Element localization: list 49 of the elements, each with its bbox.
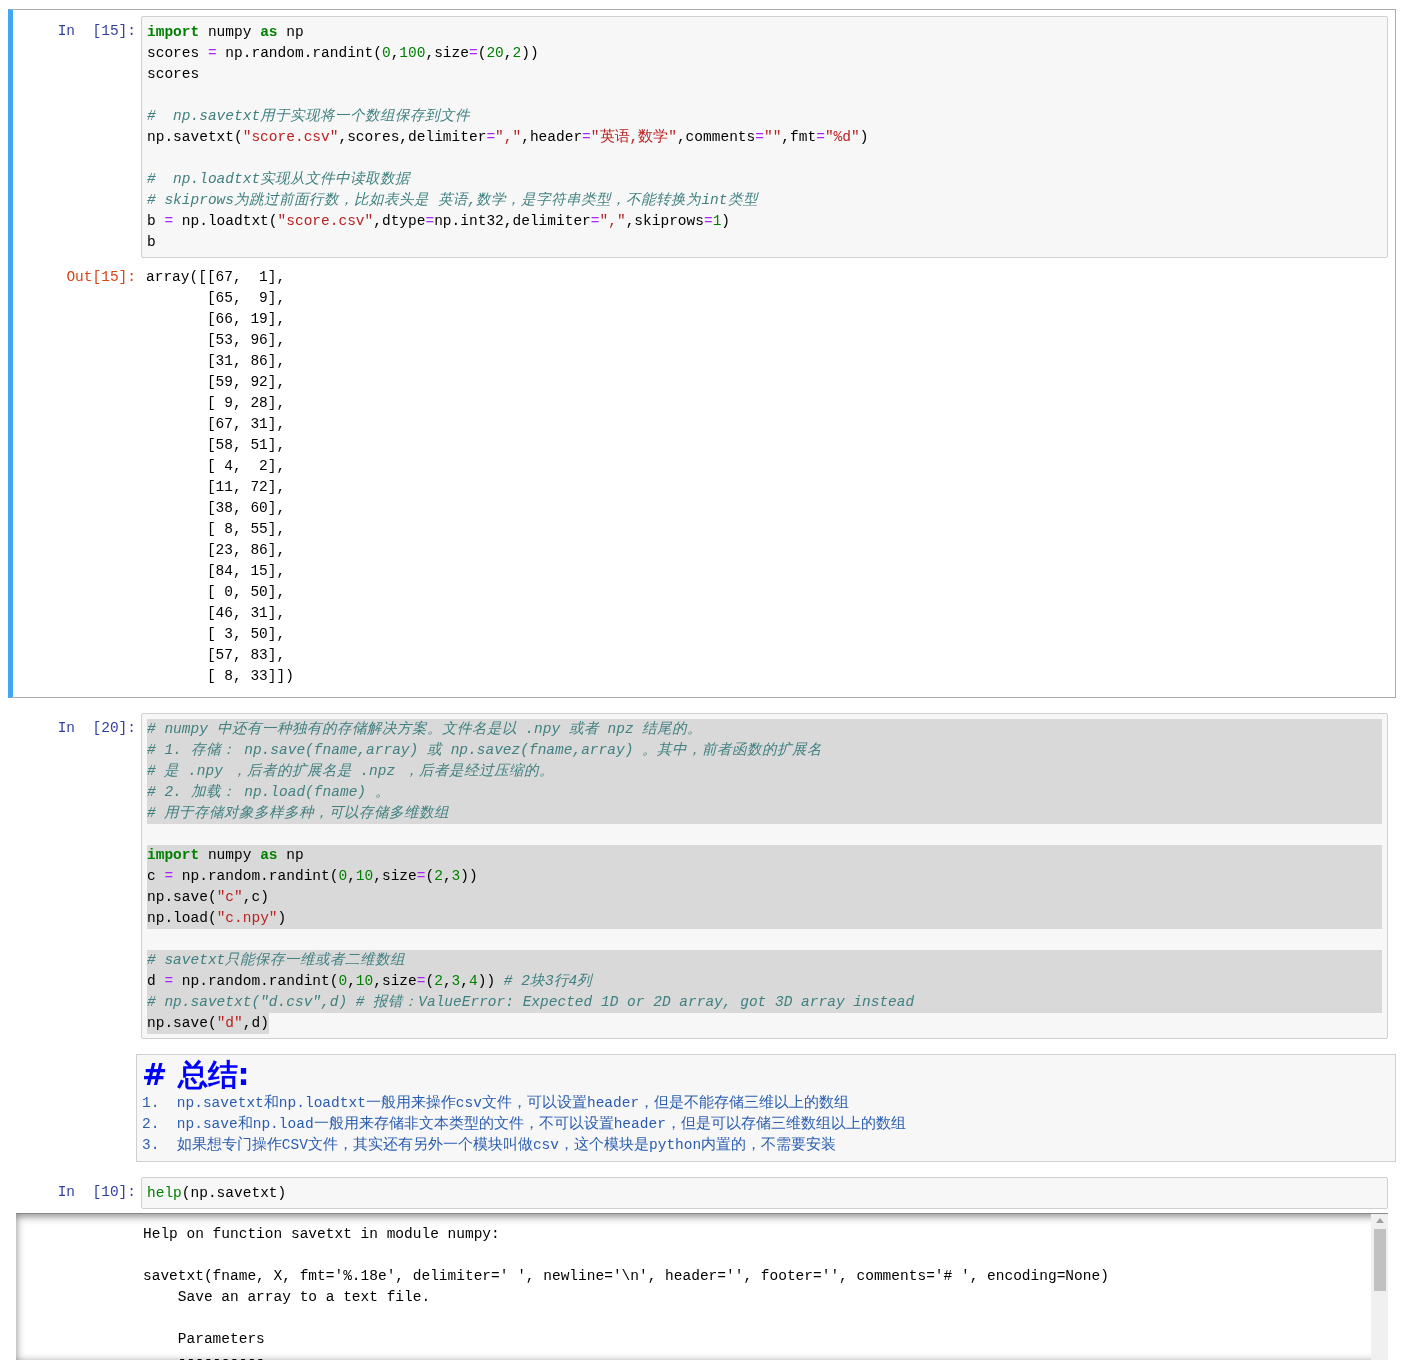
output-line: [38, 60], (205, 499, 287, 518)
output-line: [58, 51], (205, 436, 287, 455)
output-line: [46, 31], (205, 604, 287, 623)
code-line: import numpy as np (147, 23, 305, 42)
code-line: scores = np.random.randint(0,100,size=(20,2)) (147, 44, 540, 63)
list-item: 1. np.savetxt和np.loadtxt一般用来操作csv文件，可以设置header，但是不能存储三维以上的数组 (142, 1093, 851, 1113)
code-input[interactable]: help(np.savetxt) (141, 1177, 1388, 1209)
output-line: [11, 72], (205, 478, 287, 497)
scroll-up-icon[interactable] (1375, 1218, 1384, 1223)
output-line: Save an array to a text file. (176, 1288, 432, 1307)
output-line: [84, 15], (205, 562, 287, 581)
output-line: Parameters (176, 1330, 266, 1349)
input-prompt: In [10]: (56, 1183, 137, 1202)
scroll-thumb[interactable] (1373, 1229, 1386, 1291)
code-line: np.savetxt("score.csv",scores,delimiter=",",header="英语,数学",comments="",fmt="%d") (147, 127, 870, 147)
output-line: [59, 92], (205, 373, 287, 392)
output-line: [ 0, 50], (205, 583, 287, 602)
heading: # 总结: (142, 1057, 251, 1093)
output-line: [57, 83], (205, 646, 287, 665)
output-line: [ 3, 50], (205, 625, 287, 644)
output-line: [ 4, 2], (205, 457, 287, 476)
scrollbar[interactable] (1371, 1214, 1388, 1360)
code-line: # np.savetxt用于实现将一个数组保存到文件 (147, 107, 472, 126)
output-line: [ 8, 33]]) (205, 667, 295, 686)
code-line: b (147, 233, 157, 252)
output-line: [66, 19], (205, 310, 287, 329)
code-line: scores (147, 65, 201, 84)
code-cell[interactable] (8, 9, 1396, 698)
output-line: Help on function savetxt in module numpy: (143, 1225, 501, 1244)
output-line: array([[67, 1], (146, 268, 287, 287)
output-line: [31, 86], (205, 352, 287, 371)
code-line: help(np.savetxt) (147, 1184, 288, 1203)
output-prompt: Out[15]: (65, 268, 137, 287)
list-item: 2. np.save和np.load一般用来存储非文本类型的文件，不可以设置header，但是可以存储三维数组以上的数组 (142, 1114, 907, 1134)
input-prompt: In [20]: (56, 719, 137, 738)
output-line: [53, 96], (205, 331, 287, 350)
output-line: [65, 9], (205, 289, 287, 308)
code-line: # skiprows为跳过前面行数，比如表头是 英语,数学，是字符串类型，不能转换为int类型 (147, 191, 760, 210)
output-line: savetxt(fname, X, fmt='%.18e', delimiter=' ', newline='\n', header='', footer='', comments='# ', encoding=None) (143, 1267, 1110, 1286)
input-prompt: In [15]: (56, 22, 137, 41)
output-line: [67, 31], (205, 415, 287, 434)
code-input[interactable] (141, 16, 1388, 258)
code-line: b = np.loadtxt("score.csv",dtype=np.int32,delimiter=",",skiprows=1) (147, 212, 732, 231)
list-item: 3. 如果想专门操作CSV文件，其实还有另外一个模块叫做csv，这个模块是python内置的，不需要安装 (142, 1135, 838, 1155)
output-line: [23, 86], (205, 541, 287, 560)
output-line: [ 8, 55], (205, 520, 287, 539)
output-line: ---------- (176, 1351, 266, 1360)
code-line: # np.loadtxt实现从文件中读取数据 (147, 170, 412, 189)
output-line: [ 9, 28], (205, 394, 287, 413)
